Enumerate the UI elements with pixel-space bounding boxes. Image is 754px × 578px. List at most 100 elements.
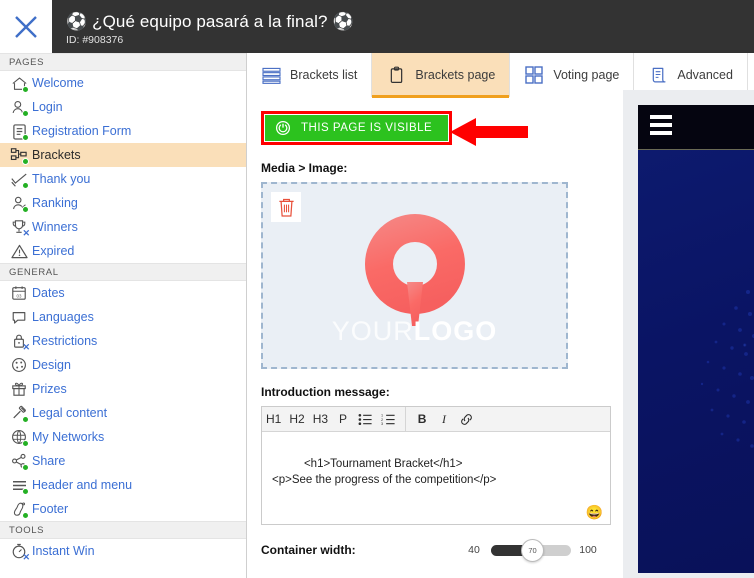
tab-brackets-list[interactable]: Brackets list: [247, 53, 373, 97]
numbered-list-icon[interactable]: 123: [377, 407, 400, 432]
soccer-ball-icon-left: ⚽: [66, 11, 88, 31]
heading-1-button[interactable]: H1: [262, 407, 285, 432]
italic-button[interactable]: I: [433, 407, 455, 432]
bold-button[interactable]: B: [411, 407, 433, 432]
sidebar-item-label: Dates: [32, 286, 65, 300]
grid-icon: [524, 65, 544, 85]
brackets-icon: [8, 145, 30, 165]
sidebar-item-label: Restrictions: [32, 334, 98, 348]
soccer-ball-icon-right: ⚽: [332, 11, 354, 31]
image-dropzone[interactable]: YOURLOGO: [261, 182, 568, 369]
sidebar-item-header-and-menu[interactable]: Header and menu: [0, 473, 246, 497]
status-dot: [22, 134, 29, 141]
slider-max-value: 100: [579, 544, 597, 556]
container-width-slider[interactable]: 70: [491, 538, 571, 562]
status-dot: [22, 158, 29, 165]
logo-text-bold: LOGO: [413, 316, 498, 346]
editor-content: <h1>Tournament Bracket</h1> <p>See the p…: [272, 458, 497, 486]
sidebar-item-prizes[interactable]: Prizes: [0, 377, 246, 401]
status-x: ✕: [22, 342, 30, 352]
heading-2-button[interactable]: H2: [285, 407, 308, 432]
sidebar-item-restrictions[interactable]: ✕ Restrictions: [0, 329, 246, 353]
preview-header: [638, 105, 754, 149]
sidebar-item-design[interactable]: Design: [0, 353, 246, 377]
speech-icon: [8, 307, 30, 327]
sidebar-item-label: Welcome: [32, 76, 84, 90]
status-dot: [22, 488, 29, 495]
sidebar-item-winners[interactable]: ✕ Winners: [0, 215, 246, 239]
emoji-picker-button[interactable]: 😄: [586, 505, 603, 519]
sidebar-item-my-networks[interactable]: My Networks: [0, 425, 246, 449]
sidebar-item-label: Languages: [32, 310, 94, 324]
scroll-icon: [648, 65, 668, 85]
page-title: ⚽ ¿Qué equipo pasará a la final? ⚽: [66, 11, 742, 32]
heading-3-button[interactable]: H3: [309, 407, 332, 432]
header-main: ⚽ ¿Qué equipo pasará a la final? ⚽ ID: #…: [52, 0, 754, 53]
placeholder-logo-icon: [364, 214, 465, 326]
sidebar-item-label: Footer: [32, 502, 69, 516]
warning-icon: [8, 241, 30, 261]
sidebar-item-brackets[interactable]: Brackets: [0, 143, 246, 167]
sidebar-item-languages[interactable]: Languages: [0, 305, 246, 329]
sidebar-item-registration-form[interactable]: Registration Form: [0, 119, 246, 143]
preview-body: [638, 150, 754, 573]
sidebar-item-label: Login: [32, 100, 63, 114]
toolbar-divider: [405, 406, 407, 432]
sidebar-item-ranking[interactable]: Ranking: [0, 191, 246, 215]
sidebar-item-share[interactable]: Share: [0, 449, 246, 473]
app-root: ⚽ ¿Qué equipo pasará a la final? ⚽ ID: #…: [0, 0, 754, 578]
logo-placeholder-text: YOURLOGO: [332, 316, 498, 347]
status-dot: [22, 110, 29, 117]
close-button[interactable]: [0, 0, 52, 53]
sidebar-item-label: Expired: [32, 244, 75, 258]
calendar-icon: 03: [8, 283, 30, 303]
visibility-highlight-box: THIS PAGE IS VISIBLE: [261, 111, 452, 145]
live-preview[interactable]: [638, 105, 754, 573]
sidebar-item-instant-win[interactable]: ✕ Instant Win: [0, 539, 246, 563]
campaign-id: ID: #908376: [66, 33, 124, 46]
sidebar-item-label: Instant Win: [32, 544, 95, 558]
sidebar-item-label: Brackets: [32, 148, 81, 162]
visibility-row: THIS PAGE IS VISIBLE: [261, 111, 528, 146]
top-header: ⚽ ¿Qué equipo pasará a la final? ⚽ ID: #…: [0, 0, 754, 53]
hamburger-menu-icon[interactable]: [650, 115, 754, 135]
logo-text-light: YOUR: [331, 316, 414, 346]
user-login-icon: [8, 97, 30, 117]
sidebar-item-welcome[interactable]: Welcome: [0, 71, 246, 95]
tab-brackets-page[interactable]: Brackets page: [372, 53, 511, 98]
sidebar-item-footer[interactable]: Footer: [0, 497, 246, 521]
sidebar-item-legal-content[interactable]: Legal content: [0, 401, 246, 425]
paragraph-button[interactable]: P: [332, 407, 354, 432]
sidebar-item-expired[interactable]: Expired: [0, 239, 246, 263]
lock-icon: ✕: [8, 331, 30, 352]
sidebar-section-general: GENERAL: [0, 263, 246, 281]
intro-message-textarea[interactable]: <h1>Tournament Bracket</h1> <p>See the p…: [262, 432, 610, 524]
tab-voting-page[interactable]: Voting page: [510, 53, 635, 97]
clipboard-icon: [386, 65, 406, 85]
status-dot: [22, 440, 29, 447]
editor-toolbar: H1 H2 H3 P 123 B I: [262, 406, 610, 432]
power-toggle-icon: [275, 120, 291, 136]
link-icon[interactable]: [455, 407, 478, 432]
status-x: ✕: [22, 228, 30, 238]
sidebar-item-login[interactable]: Login: [0, 95, 246, 119]
tab-label: Advanced: [677, 68, 733, 82]
status-dot: [22, 464, 29, 471]
sidebar-item-label: Ranking: [32, 196, 78, 210]
gift-icon: [8, 379, 30, 399]
ranking-icon: [8, 193, 30, 213]
tab-label: Voting page: [553, 68, 620, 82]
logo-placeholder: YOURLOGO: [263, 184, 566, 367]
slider-handle[interactable]: 70: [521, 538, 544, 562]
sidebar[interactable]: PAGES Welcome Login Registration Form Br…: [0, 53, 247, 578]
sidebar-item-label: Thank you: [32, 172, 91, 186]
bullet-list-icon[interactable]: [354, 407, 377, 432]
tab-label: Brackets list: [290, 68, 358, 82]
sidebar-item-dates[interactable]: 03 Dates: [0, 281, 246, 305]
sidebar-item-label: Winners: [32, 220, 78, 234]
home-icon: [8, 73, 30, 93]
sidebar-item-thank-you[interactable]: Thank you: [0, 167, 246, 191]
share-icon: [8, 451, 30, 471]
sidebar-section-tools: TOOLS: [0, 521, 246, 539]
page-visibility-toggle[interactable]: THIS PAGE IS VISIBLE: [265, 115, 448, 141]
